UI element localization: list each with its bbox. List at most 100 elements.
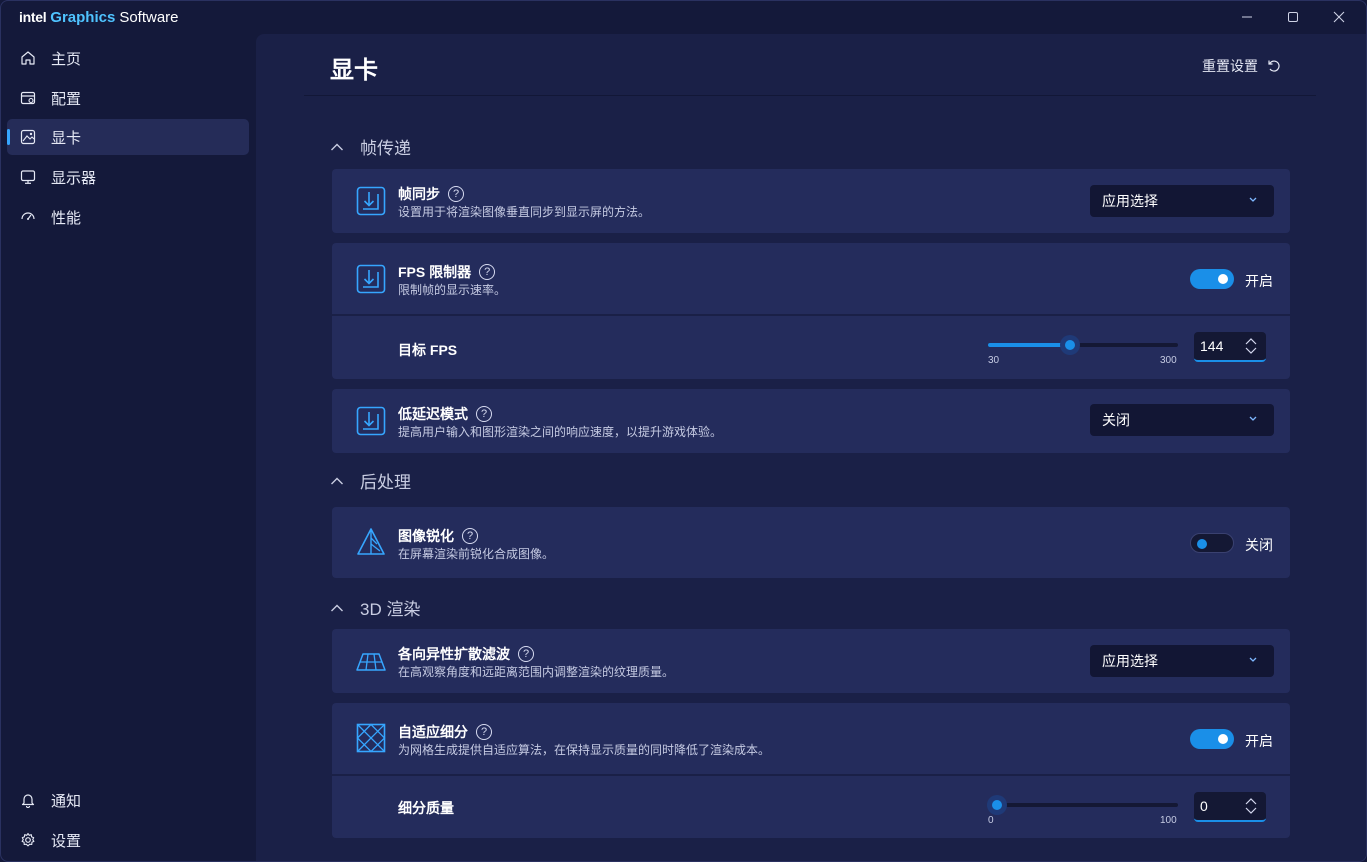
close-icon bbox=[1333, 11, 1345, 23]
fps-limiter-title: FPS 限制器 ? bbox=[398, 262, 496, 282]
graphics-icon bbox=[19, 128, 37, 146]
sidebar-item-label: 设置 bbox=[51, 832, 82, 850]
vsync-dropdown[interactable]: 应用选择 bbox=[1090, 185, 1274, 217]
tessellation-card: 自适应细分 ? 为网格生成提供自适应算法，在保持显示质量的同时降低了渲染成本。 … bbox=[332, 703, 1290, 774]
app-brand: intel Graphics Software bbox=[19, 9, 179, 26]
sharpening-icon bbox=[357, 528, 385, 555]
section-frame-delivery-header[interactable]: 帧传递 bbox=[330, 134, 411, 159]
fps-limiter-card: FPS 限制器 ? 限制帧的显示速率。 开启 bbox=[332, 243, 1290, 314]
sharpening-state: 关闭 bbox=[1245, 537, 1273, 553]
help-icon[interactable]: ? bbox=[518, 646, 534, 662]
sidebar-item-graphics[interactable]: 显卡 bbox=[7, 119, 249, 155]
brand-graphics: Graphics bbox=[50, 9, 116, 26]
slider-thumb[interactable] bbox=[1060, 335, 1080, 355]
low-latency-card: 低延迟模式 ? 提高用户输入和图形渲染之间的响应速度，以提升游戏体验。 关闭 bbox=[332, 389, 1290, 453]
target-fps-slider[interactable] bbox=[988, 335, 1178, 355]
section-title: 帧传递 bbox=[360, 139, 411, 158]
sidebar-item-settings[interactable]: 设置 bbox=[7, 822, 249, 858]
help-icon[interactable]: ? bbox=[448, 186, 464, 202]
chevron-down-icon bbox=[1249, 657, 1257, 662]
maximize-button[interactable] bbox=[1270, 1, 1316, 33]
dropdown-value: 应用选择 bbox=[1102, 193, 1158, 209]
header-divider bbox=[304, 95, 1316, 96]
dropdown-value: 关闭 bbox=[1102, 412, 1130, 428]
close-button[interactable] bbox=[1316, 1, 1362, 33]
vsync-description: 设置用于将渲染图像垂直同步到显示屏的方法。 bbox=[398, 205, 651, 219]
sharpening-description: 在屏幕渲染前锐化合成图像。 bbox=[398, 547, 555, 561]
chevron-down-icon bbox=[1249, 197, 1257, 202]
chevron-down-icon bbox=[1249, 416, 1257, 421]
help-icon[interactable]: ? bbox=[476, 406, 492, 422]
performance-icon bbox=[19, 208, 37, 226]
low-latency-description: 提高用户输入和图形渲染之间的响应速度，以提升游戏体验。 bbox=[398, 425, 723, 439]
chevron-up-icon bbox=[330, 601, 344, 615]
bell-icon bbox=[19, 791, 37, 809]
toggle-knob bbox=[1197, 539, 1207, 549]
title-bar: intel Graphics Software bbox=[1, 1, 1366, 35]
frame-sync-icon bbox=[356, 186, 386, 216]
sidebar-item-label: 通知 bbox=[51, 792, 82, 810]
tessellation-title-text: 自适应细分 bbox=[398, 724, 468, 740]
tessellation-icon bbox=[356, 723, 386, 753]
minimize-icon bbox=[1242, 16, 1252, 18]
sidebar-item-label: 性能 bbox=[51, 209, 82, 227]
profile-icon bbox=[19, 89, 37, 107]
stepper-arrows-icon[interactable] bbox=[1244, 337, 1258, 355]
sidebar-item-label: 主页 bbox=[51, 50, 82, 68]
section-post-processing-header[interactable]: 后处理 bbox=[330, 468, 411, 493]
low-latency-title-text: 低延迟模式 bbox=[398, 406, 468, 422]
sidebar-item-profile[interactable]: 配置 bbox=[7, 80, 249, 116]
anisotropic-card: 各向异性扩散滤波 ? 在高观察角度和远距离范围内调整渲染的纹理质量。 应用选择 bbox=[332, 629, 1290, 693]
sharpening-title-text: 图像锐化 bbox=[398, 528, 454, 544]
vsync-title: 帧同步 ? bbox=[398, 184, 464, 204]
monitor-icon bbox=[19, 168, 37, 186]
sharpening-card: 图像锐化 ? 在屏幕渲染前锐化合成图像。 关闭 bbox=[332, 507, 1290, 578]
help-icon[interactable]: ? bbox=[462, 528, 478, 544]
stepper-arrows-icon[interactable] bbox=[1244, 797, 1258, 815]
page-title: 显卡 bbox=[330, 57, 378, 84]
help-icon[interactable]: ? bbox=[479, 264, 496, 280]
anisotropic-dropdown[interactable]: 应用选择 bbox=[1090, 645, 1274, 677]
tessellation-title: 自适应细分 ? bbox=[398, 722, 492, 742]
reset-settings-button[interactable]: 重置设置 bbox=[1202, 56, 1282, 76]
main-content: 显卡 重置设置 帧传递 帧同步 ? 设置用于将渲染图像垂直同步到显示屏的方法。 … bbox=[256, 34, 1366, 861]
tessellation-quality-slider[interactable] bbox=[987, 795, 1178, 815]
chevron-up-icon bbox=[330, 474, 344, 488]
anisotropic-title: 各向异性扩散滤波 ? bbox=[398, 644, 534, 664]
fps-limiter-state: 开启 bbox=[1245, 273, 1273, 289]
fps-limiter-toggle[interactable] bbox=[1190, 269, 1234, 289]
slider-thumb[interactable] bbox=[987, 795, 1007, 815]
sidebar-item-label: 配置 bbox=[51, 90, 82, 108]
target-fps-label: 目标 FPS bbox=[398, 342, 458, 358]
help-icon[interactable]: ? bbox=[476, 724, 492, 740]
brand-software: Software bbox=[119, 9, 179, 26]
tessellation-description: 为网格生成提供自适应算法，在保持显示质量的同时降低了渲染成本。 bbox=[398, 743, 771, 757]
section-title: 后处理 bbox=[360, 473, 411, 492]
reset-icon bbox=[1268, 60, 1280, 72]
stepper-value: 0 bbox=[1200, 798, 1208, 814]
minimize-button[interactable] bbox=[1224, 1, 1270, 33]
tessellation-quality-stepper[interactable]: 0 bbox=[1194, 792, 1266, 822]
stepper-value: 144 bbox=[1200, 338, 1224, 354]
sidebar-item-label: 显卡 bbox=[51, 129, 82, 147]
target-fps-stepper[interactable]: 144 bbox=[1194, 332, 1266, 362]
sharpening-toggle[interactable] bbox=[1190, 533, 1234, 553]
toggle-knob bbox=[1218, 274, 1228, 284]
low-latency-icon bbox=[356, 406, 386, 436]
sidebar-item-performance[interactable]: 性能 bbox=[7, 199, 249, 235]
app-window: intel Graphics Software 主页 配置 显卡 显示器 性能 … bbox=[0, 0, 1367, 862]
low-latency-title: 低延迟模式 ? bbox=[398, 404, 492, 424]
low-latency-dropdown[interactable]: 关闭 bbox=[1090, 404, 1274, 436]
slider-max-label: 100 bbox=[1160, 815, 1177, 826]
sidebar-item-display[interactable]: 显示器 bbox=[7, 159, 249, 195]
vsync-title-text: 帧同步 bbox=[398, 186, 440, 202]
gear-icon bbox=[19, 831, 37, 849]
section-3d-rendering-header[interactable]: 3D 渲染 bbox=[330, 595, 420, 620]
sidebar-item-notifications[interactable]: 通知 bbox=[7, 782, 249, 818]
fps-limiter-icon bbox=[356, 264, 386, 294]
sidebar-item-home[interactable]: 主页 bbox=[7, 40, 249, 76]
tessellation-toggle[interactable] bbox=[1190, 729, 1234, 749]
fps-limiter-title-text: FPS 限制器 bbox=[398, 264, 472, 280]
anisotropic-description: 在高观察角度和远距离范围内调整渲染的纹理质量。 bbox=[398, 665, 675, 679]
home-icon bbox=[19, 49, 37, 67]
